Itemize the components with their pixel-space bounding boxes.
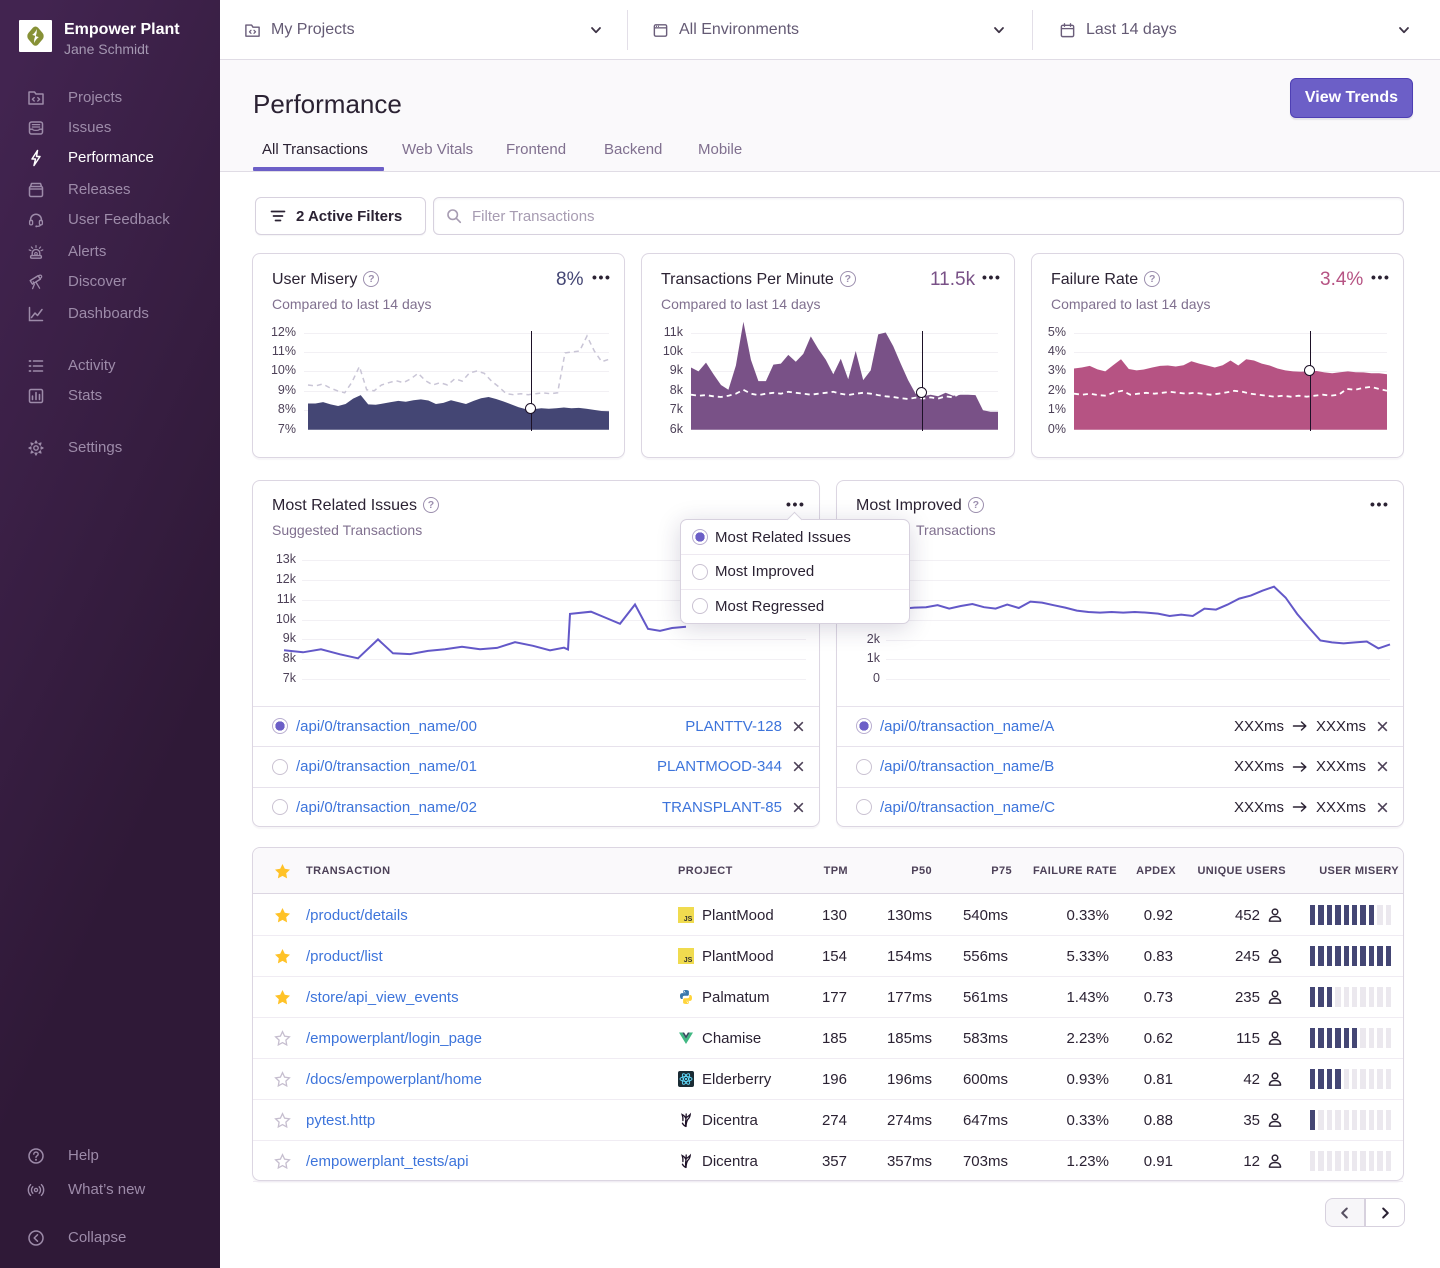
- svg-text:JS: JS: [684, 916, 693, 923]
- svg-text:JS: JS: [684, 957, 693, 964]
